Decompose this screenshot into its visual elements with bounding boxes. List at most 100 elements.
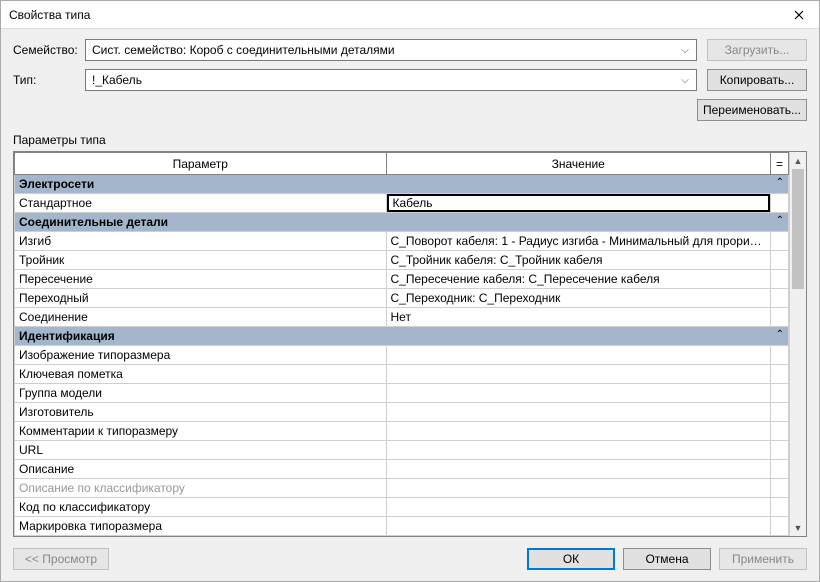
param-value-cell[interactable]	[386, 479, 770, 498]
type-value: !_Кабель	[92, 73, 142, 87]
group-header[interactable]: Соединительные детали⌃	[15, 213, 789, 232]
param-row[interactable]: Ключевая пометка	[15, 365, 789, 384]
param-name-cell: Код по классификатору	[15, 498, 387, 517]
group-header[interactable]: Идентификация⌃	[15, 327, 789, 346]
value-edit-field[interactable]: Кабель	[387, 194, 770, 212]
param-name-cell: Маркировка типоразмера	[15, 517, 387, 536]
param-row[interactable]: ПересечениеС_Пересечение кабеля: С_Перес…	[15, 270, 789, 289]
col-value[interactable]: Значение	[386, 153, 770, 175]
param-value-cell[interactable]: Нет	[386, 308, 770, 327]
param-name-cell: Стандартное	[15, 194, 387, 213]
eq-cell	[771, 479, 789, 498]
family-label: Семейство:	[13, 43, 85, 57]
param-row[interactable]: Изготовитель	[15, 403, 789, 422]
param-name-cell: Соединение	[15, 308, 387, 327]
param-row[interactable]: СтандартноеКабель	[15, 194, 789, 213]
eq-cell	[771, 308, 789, 327]
param-value-cell[interactable]	[386, 346, 770, 365]
cancel-button[interactable]: Отмена	[623, 548, 711, 570]
param-row[interactable]: СоединениеНет	[15, 308, 789, 327]
collapse-icon[interactable]: ⌃	[776, 329, 784, 340]
param-name-cell: Переходный	[15, 289, 387, 308]
params-table-wrap: Параметр Значение = Электросети⌃Стандарт…	[13, 151, 807, 537]
eq-cell	[771, 346, 789, 365]
eq-cell	[771, 270, 789, 289]
param-value-cell[interactable]: Кабель	[386, 194, 770, 213]
eq-cell	[771, 403, 789, 422]
type-combo[interactable]: !_Кабель ⌵	[85, 69, 697, 91]
param-name-cell: URL	[15, 441, 387, 460]
param-value-cell[interactable]: С_Поворот кабеля: 1 - Радиус изгиба - Ми…	[386, 232, 770, 251]
preview-button: << Просмотр	[13, 548, 109, 570]
group-header[interactable]: Электросети⌃	[15, 175, 789, 194]
params-section-label: Параметры типа	[13, 133, 807, 147]
param-name-cell: Описание	[15, 460, 387, 479]
param-name-cell: Изготовитель	[15, 403, 387, 422]
apply-button: Применить	[719, 548, 807, 570]
eq-cell	[771, 441, 789, 460]
param-row[interactable]: Маркировка типоразмера	[15, 517, 789, 536]
eq-cell	[771, 194, 789, 213]
param-value-cell[interactable]	[386, 460, 770, 479]
type-properties-dialog: Свойства типа Семейство: Сист. семейство…	[0, 0, 820, 582]
param-row[interactable]: Код по классификатору	[15, 498, 789, 517]
param-row[interactable]: Комментарии к типоразмеру	[15, 422, 789, 441]
param-value-cell[interactable]	[386, 403, 770, 422]
copy-button[interactable]: Копировать...	[707, 69, 807, 91]
scroll-down-icon[interactable]: ▼	[790, 519, 807, 536]
param-row[interactable]: ИзгибС_Поворот кабеля: 1 - Радиус изгиба…	[15, 232, 789, 251]
param-name-cell: Описание по классификатору	[15, 479, 387, 498]
type-label: Тип:	[13, 73, 85, 87]
param-row[interactable]: Описание по классификатору	[15, 479, 789, 498]
load-button: Загрузить...	[707, 39, 807, 61]
family-combo[interactable]: Сист. семейство: Короб с соединительными…	[85, 39, 697, 61]
eq-cell	[771, 289, 789, 308]
params-table: Параметр Значение = Электросети⌃Стандарт…	[14, 152, 789, 536]
param-row[interactable]: ТройникС_Тройник кабеля: С_Тройник кабел…	[15, 251, 789, 270]
param-row[interactable]: URL	[15, 441, 789, 460]
param-name-cell: Комментарии к типоразмеру	[15, 422, 387, 441]
collapse-icon[interactable]: ⌃	[776, 177, 784, 188]
scroll-up-icon[interactable]: ▲	[790, 152, 807, 169]
param-row[interactable]: Изображение типоразмера	[15, 346, 789, 365]
eq-cell	[771, 384, 789, 403]
param-name-cell: Группа модели	[15, 384, 387, 403]
param-value-cell[interactable]	[386, 498, 770, 517]
vertical-scrollbar[interactable]: ▲ ▼	[789, 152, 806, 536]
eq-cell	[771, 460, 789, 479]
param-value-cell[interactable]: С_Переходник: С_Переходник	[386, 289, 770, 308]
param-value-cell[interactable]	[386, 441, 770, 460]
param-value-cell[interactable]	[386, 384, 770, 403]
ok-button[interactable]: ОК	[527, 548, 615, 570]
family-value: Сист. семейство: Короб с соединительными…	[92, 43, 395, 57]
param-row[interactable]: Описание	[15, 460, 789, 479]
param-name-cell: Ключевая пометка	[15, 365, 387, 384]
param-value-cell[interactable]: С_Пересечение кабеля: С_Пересечение кабе…	[386, 270, 770, 289]
param-row[interactable]: Группа модели	[15, 384, 789, 403]
col-eq[interactable]: =	[771, 153, 789, 175]
param-name-cell: Изображение типоразмера	[15, 346, 387, 365]
eq-cell	[771, 517, 789, 536]
param-row[interactable]: ПереходныйС_Переходник: С_Переходник	[15, 289, 789, 308]
eq-cell	[771, 251, 789, 270]
dialog-footer: << Просмотр ОК Отмена Применить	[1, 537, 819, 581]
scroll-track[interactable]	[790, 169, 806, 519]
eq-cell	[771, 365, 789, 384]
titlebar: Свойства типа	[1, 1, 819, 29]
eq-cell	[771, 422, 789, 441]
param-name-cell: Тройник	[15, 251, 387, 270]
chevron-down-icon: ⌵	[678, 75, 692, 86]
col-param[interactable]: Параметр	[15, 153, 387, 175]
param-value-cell[interactable]: С_Тройник кабеля: С_Тройник кабеля	[386, 251, 770, 270]
param-value-cell[interactable]	[386, 365, 770, 384]
rename-button[interactable]: Переименовать...	[697, 99, 807, 121]
close-button[interactable]	[779, 1, 819, 29]
param-value-cell[interactable]	[386, 517, 770, 536]
chevron-down-icon: ⌵	[678, 45, 692, 56]
content-area: Семейство: Сист. семейство: Короб с соед…	[1, 29, 819, 537]
scroll-thumb[interactable]	[792, 169, 804, 289]
param-value-cell[interactable]	[386, 422, 770, 441]
window-title: Свойства типа	[9, 8, 90, 22]
eq-cell	[771, 232, 789, 251]
collapse-icon[interactable]: ⌃	[776, 215, 784, 226]
